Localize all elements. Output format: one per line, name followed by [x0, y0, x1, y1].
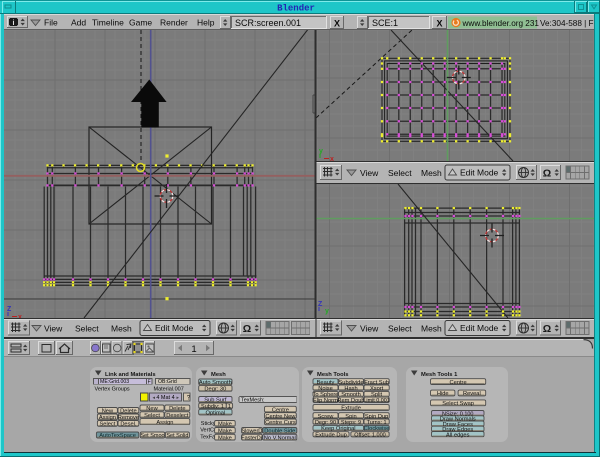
svg-text:Ve:304-588 | F: Ve:304-588 | F [540, 19, 594, 28]
svg-text:Blender: Blender [277, 4, 315, 14]
svg-text:Mesh: Mesh [421, 324, 442, 334]
svg-text:Timeline: Timeline [92, 18, 124, 28]
svg-text:Link and Materials: Link and Materials [105, 372, 156, 378]
svg-text:Rem Doub: Rem Doub [337, 398, 364, 404]
svg-text:TexMesh:: TexMesh: [241, 397, 265, 403]
svg-text:F: F [148, 379, 151, 385]
svg-text:Select: Select [75, 324, 99, 334]
svg-text:Game: Game [129, 18, 152, 28]
svg-text:AutoTexSpace: AutoTexSpace [99, 433, 136, 439]
svg-text:Mesh Tools 1: Mesh Tools 1 [421, 372, 458, 378]
svg-text:Hide: Hide [437, 391, 449, 397]
svg-text:Steps: 9: Steps: 9 [341, 420, 361, 426]
svg-text:Mesh: Mesh [211, 372, 226, 378]
svg-text:Select: Select [388, 324, 412, 334]
svg-text:ME:Grid.003: ME:Grid.003 [100, 379, 129, 385]
svg-text:y: y [325, 308, 329, 315]
svg-text:Reveal: Reveal [463, 391, 481, 397]
svg-text:FasterDr: FasterDr [241, 435, 263, 441]
svg-text:SCE:1: SCE:1 [372, 18, 398, 28]
svg-text:Add: Add [71, 18, 86, 28]
svg-text:X: X [334, 19, 340, 29]
svg-text:Vertex Groups: Vertex Groups [95, 387, 130, 393]
svg-text:SCR:screen.001: SCR:screen.001 [235, 18, 301, 28]
svg-text:Delete: Delete [169, 406, 185, 412]
svg-text:X: X [436, 19, 442, 29]
svg-text:Select: Select [99, 422, 115, 428]
svg-text:Ω: Ω [243, 323, 251, 335]
svg-text:i: i [13, 20, 15, 27]
svg-text:Extrude Dup: Extrude Dup [315, 433, 347, 439]
svg-text:www.blender.org 231: www.blender.org 231 [462, 19, 540, 28]
svg-text:Ω: Ω [543, 168, 551, 180]
svg-text:Z: Z [318, 301, 323, 308]
svg-text:Mesh: Mesh [111, 324, 132, 334]
svg-text:Set Solid: Set Solid [166, 433, 188, 439]
svg-text:OB:Grid: OB:Grid [158, 379, 177, 385]
svg-text:Select: Select [144, 413, 160, 419]
svg-text:1: 1 [191, 344, 196, 355]
svg-text:Edit Mode: Edit Mode [460, 323, 499, 333]
svg-text:New: New [146, 406, 158, 412]
svg-text:Centre Curs: Centre Curs [265, 420, 296, 426]
svg-text:Material.007: Material.007 [154, 387, 184, 393]
svg-text:y: y [319, 148, 323, 155]
svg-text:Select Swap: Select Swap [442, 401, 474, 407]
svg-text:View: View [360, 324, 379, 334]
svg-text:All edges: All edges [446, 432, 470, 438]
svg-text:Extrude: Extrude [341, 406, 361, 412]
svg-text:Degr: 90: Degr: 90 [315, 420, 336, 426]
svg-text:File: File [44, 18, 58, 28]
svg-text:Double Side: Double Side [264, 429, 295, 435]
svg-text:Z: Z [7, 306, 12, 313]
svg-text:Offset: 1.000: Offset: 1.000 [354, 433, 385, 439]
svg-text:Make: Make [218, 422, 232, 428]
svg-text:Render: Render [160, 18, 188, 28]
svg-text:Desel.: Desel. [120, 422, 137, 428]
svg-text:Flip Norm: Flip Norm [313, 398, 338, 404]
svg-text:Edit Mode: Edit Mode [460, 168, 499, 178]
svg-text:Limit 0.001: Limit 0.001 [363, 398, 389, 404]
svg-text:Degr: 30: Degr: 30 [204, 387, 226, 393]
svg-text:Set Smoo: Set Smoo [140, 433, 164, 439]
svg-text:SlowerD: SlowerD [242, 429, 263, 435]
svg-text:Centre: Centre [450, 380, 467, 386]
svg-text:Mesh Tools: Mesh Tools [317, 372, 348, 378]
svg-text:No V.Normal: No V.Normal [264, 435, 296, 441]
svg-text:Ω: Ω [543, 323, 551, 335]
svg-text:4 Mat 4: 4 Mat 4 [156, 395, 174, 401]
svg-text:Make: Make [218, 435, 232, 441]
svg-text:View: View [44, 324, 63, 334]
svg-text:View: View [360, 168, 379, 178]
svg-text:Select: Select [388, 168, 412, 178]
svg-text:Turns: 1: Turns: 1 [367, 420, 387, 426]
svg-text:Optimal: Optimal [206, 410, 226, 416]
svg-text:Mesh: Mesh [421, 168, 442, 178]
svg-text:Help: Help [197, 18, 215, 28]
svg-text:Deselect: Deselect [166, 413, 189, 419]
svg-text:Edit Mode: Edit Mode [155, 323, 194, 333]
svg-text:Assign: Assign [156, 420, 173, 426]
